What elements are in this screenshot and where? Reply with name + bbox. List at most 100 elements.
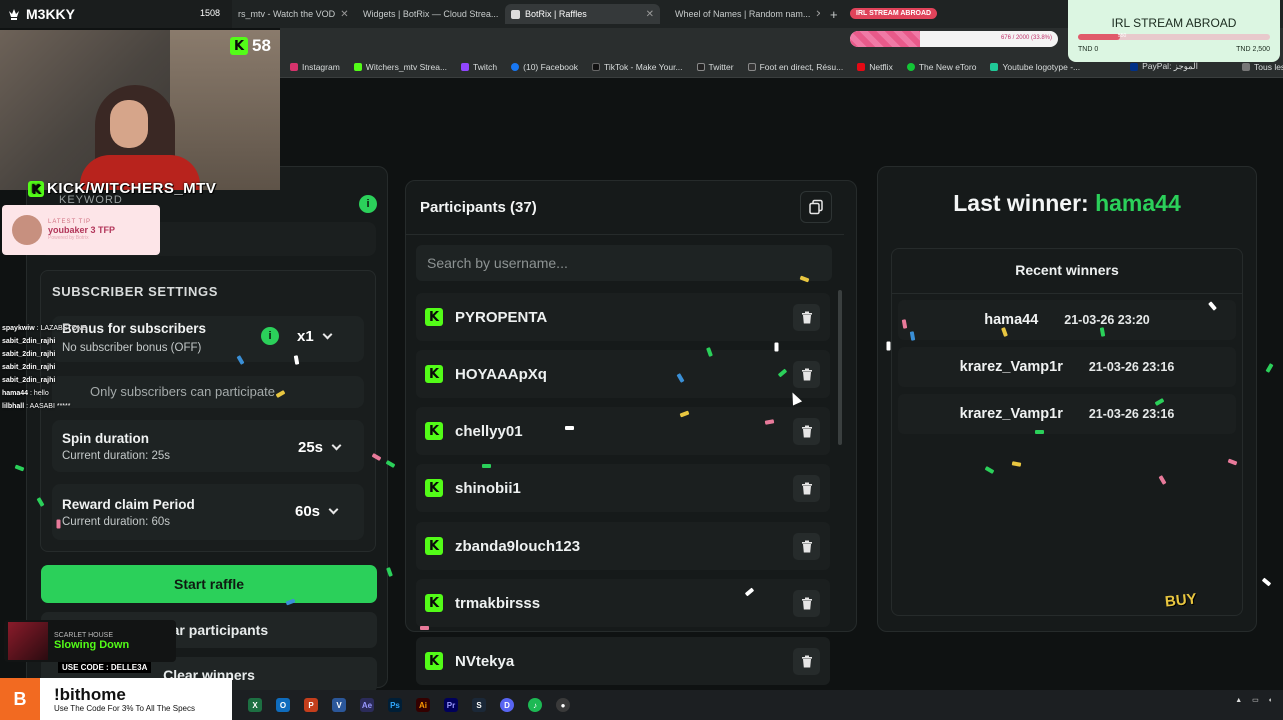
discord-icon[interactable]: D	[500, 698, 514, 712]
delete-participant-button[interactable]	[793, 304, 820, 331]
channel-name: K KICK/WITCHERS_MTV	[28, 180, 216, 197]
tab-widgets[interactable]: Widgets | BotRix — Cloud Strea... ✕	[352, 4, 502, 24]
info-icon[interactable]: i	[359, 195, 377, 213]
participant-name: zbanda9louch123	[455, 537, 581, 555]
kick-icon: K	[425, 308, 443, 326]
close-icon[interactable]: ✕	[815, 9, 820, 20]
trash-icon	[801, 368, 812, 381]
new-tab-button[interactable]: +	[824, 4, 840, 24]
after-effects-icon[interactable]: Ae	[360, 698, 374, 712]
delete-participant-button[interactable]	[793, 418, 820, 445]
chat-message: sabit_2din_rajhi	[2, 338, 56, 345]
kick-icon: K	[425, 594, 443, 612]
bookmark-twitter[interactable]: Twitter	[696, 62, 734, 72]
reward-period-select[interactable]: 60s	[295, 503, 339, 520]
excel-icon[interactable]: X	[248, 698, 262, 712]
bookmark-paypal[interactable]: PayPal: الموجز	[1130, 61, 1198, 72]
copy-button[interactable]	[800, 191, 832, 223]
crown-icon	[9, 9, 19, 20]
trash-icon	[801, 311, 812, 324]
copy-icon	[809, 199, 823, 215]
delete-participant-button[interactable]	[793, 590, 820, 617]
viewer-count: K 58	[230, 36, 271, 56]
powerpoint-icon[interactable]: P	[304, 698, 318, 712]
bookmark-facebook[interactable]: (10) Facebook	[511, 62, 578, 72]
chevron-down-icon	[322, 329, 333, 340]
irl-pill: IRL STREAM ABROAD	[850, 8, 938, 19]
participants-title: Participants (37)	[420, 199, 537, 216]
trash-icon	[801, 425, 812, 438]
premiere-icon[interactable]: Pr	[444, 698, 458, 712]
bookmark-etoro[interactable]: The New eToro	[906, 62, 976, 72]
chevron-up-icon[interactable]: ▲	[1235, 697, 1242, 704]
delete-participant-button[interactable]	[793, 533, 820, 560]
info-icon[interactable]: i	[261, 327, 279, 345]
steam-icon[interactable]: S	[472, 698, 486, 712]
network-icon[interactable]: ▭	[1252, 696, 1259, 704]
confetti-piece	[774, 342, 779, 352]
participant-name: trmakbirsss	[455, 594, 541, 612]
close-icon[interactable]: ✕	[646, 9, 654, 20]
kick-icon: K	[425, 422, 443, 440]
streamer-brand: M3KKY	[0, 0, 232, 28]
winner-row: krarez_Vamp1r 21-03-26 23:16	[898, 347, 1236, 387]
participants-scrollbar[interactable]	[838, 290, 842, 445]
winner-name: krarez_Vamp1r	[959, 406, 1063, 422]
visio-icon[interactable]: V	[332, 698, 346, 712]
tab-vod[interactable]: rs_mtv - Watch the VOD ✕	[232, 4, 350, 24]
bookmark-instagram[interactable]: Instagram	[290, 62, 340, 72]
delete-participant-button[interactable]	[793, 648, 820, 675]
winner-name: hama44	[984, 312, 1039, 328]
spotify-icon[interactable]: ♪	[528, 698, 542, 712]
bookmark-youtube[interactable]: Youtube logotype -...	[990, 62, 1080, 72]
volume-icon[interactable]: ◐	[1269, 697, 1273, 704]
participant-name: NVtekya	[455, 652, 515, 670]
paypal-icon	[1130, 62, 1139, 71]
chat-message: sabit_2din_rajhi	[2, 351, 56, 358]
album-art	[8, 622, 48, 660]
participant-row: Kshinobii1	[416, 464, 830, 512]
winner-row: krarez_Vamp1r 21-03-26 23:16	[898, 394, 1236, 434]
bookmark-witchers[interactable]: Witchers_mtv Strea...	[353, 62, 447, 72]
participant-row: Ktrmakbirsss	[416, 579, 830, 627]
delete-participant-button[interactable]	[793, 361, 820, 388]
start-raffle-button[interactable]: Start raffle	[41, 565, 377, 603]
illustrator-icon[interactable]: Ai	[416, 698, 430, 712]
chevron-down-icon	[328, 504, 339, 515]
participant-search-input[interactable]	[416, 245, 832, 281]
bookmark-foot[interactable]: Foot en direct, Résu...	[747, 62, 843, 72]
instagram-icon	[290, 62, 298, 71]
close-icon[interactable]: ✕	[340, 9, 348, 20]
bonus-select[interactable]: x1	[297, 328, 333, 345]
last-winner-name: hama44	[1095, 190, 1181, 216]
bookmark-twitch[interactable]: Twitch	[461, 62, 497, 72]
participant-name: HOYAAApXq	[455, 365, 547, 383]
delete-participant-button[interactable]	[793, 475, 820, 502]
bookmark-netflix[interactable]: Netflix	[857, 62, 893, 72]
kick-icon: K	[28, 180, 44, 197]
participant-name: PYROPENTA	[455, 308, 548, 326]
twitch-icon	[461, 62, 470, 71]
confetti-piece	[1035, 430, 1044, 434]
botrix-favicon-icon	[511, 9, 520, 19]
promo-code: USE CODE : DELLE3A	[58, 662, 152, 673]
confetti-piece	[420, 626, 429, 630]
participant-row: Kchellyy01	[416, 407, 830, 455]
trash-icon	[801, 655, 812, 668]
confetti-piece	[14, 464, 25, 472]
bookmark-tiktok[interactable]: TikTok - Make Your...	[591, 62, 683, 72]
obs-icon[interactable]: ●	[556, 698, 570, 712]
tab-wheel-of-names[interactable]: Wheel of Names | Random nam... ✕	[664, 4, 820, 24]
chat-message: sabit_2din_rajhi	[2, 377, 56, 384]
winner-date: 21-03-26 23:16	[1088, 407, 1175, 421]
outlook-icon[interactable]: O	[276, 698, 290, 712]
avatar	[12, 215, 42, 245]
chat-message: spaykwiw : LAZABSTONE	[2, 325, 87, 332]
x-icon	[696, 62, 705, 71]
divider	[406, 234, 844, 235]
spin-duration-select[interactable]: 25s	[298, 439, 342, 456]
photoshop-icon[interactable]: Ps	[388, 698, 402, 712]
bookmark-all[interactable]: Tous les favoris	[1242, 62, 1283, 72]
tab-raffles[interactable]: BotRix | Raffles ✕	[505, 4, 660, 24]
folder-icon	[1242, 62, 1250, 71]
